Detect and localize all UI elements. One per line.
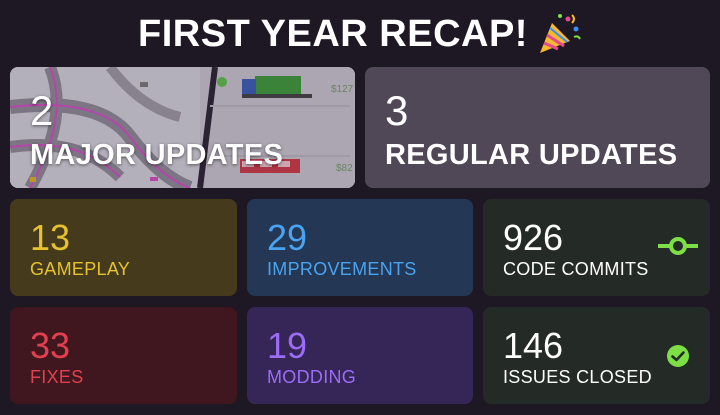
improvements-label: IMPROVEMENTS <box>267 259 417 279</box>
code-commits-label: CODE COMMITS <box>503 259 649 279</box>
title-text: FIRST YEAR RECAP! <box>138 12 528 55</box>
page-title: FIRST YEAR RECAP! <box>0 8 720 60</box>
code-commits-card: 926 CODE COMMITS <box>483 199 710 296</box>
code-commits-count: 926 <box>503 217 564 258</box>
major-updates-card: $127 $82 2 MAJOR UPDATES <box>10 67 355 188</box>
gameplay-card: 13 GAMEPLAY <box>10 199 237 296</box>
fixes-card: 33 FIXES <box>10 307 237 404</box>
party-popper-icon <box>536 11 582 57</box>
regular-updates-card: 3 REGULAR UPDATES <box>365 67 710 188</box>
check-circle-icon <box>666 344 690 373</box>
issues-closed-count: 146 <box>503 325 564 366</box>
major-updates-label: MAJOR UPDATES <box>30 139 284 171</box>
improvements-card: 29 IMPROVEMENTS <box>247 199 473 296</box>
regular-updates-label: REGULAR UPDATES <box>385 139 678 171</box>
fixes-label: FIXES <box>30 367 84 387</box>
issues-closed-card: 146 ISSUES CLOSED <box>483 307 710 404</box>
modding-count: 19 <box>267 325 308 366</box>
git-commit-icon <box>658 236 698 261</box>
gameplay-count: 13 <box>30 217 71 258</box>
modding-label: MODDING <box>267 367 357 387</box>
regular-updates-count: 3 <box>385 87 409 134</box>
fixes-count: 33 <box>30 325 71 366</box>
issues-closed-label: ISSUES CLOSED <box>503 367 652 387</box>
modding-card: 19 MODDING <box>247 307 473 404</box>
improvements-count: 29 <box>267 217 308 258</box>
major-updates-count: 2 <box>30 87 54 134</box>
gameplay-label: GAMEPLAY <box>30 259 131 279</box>
